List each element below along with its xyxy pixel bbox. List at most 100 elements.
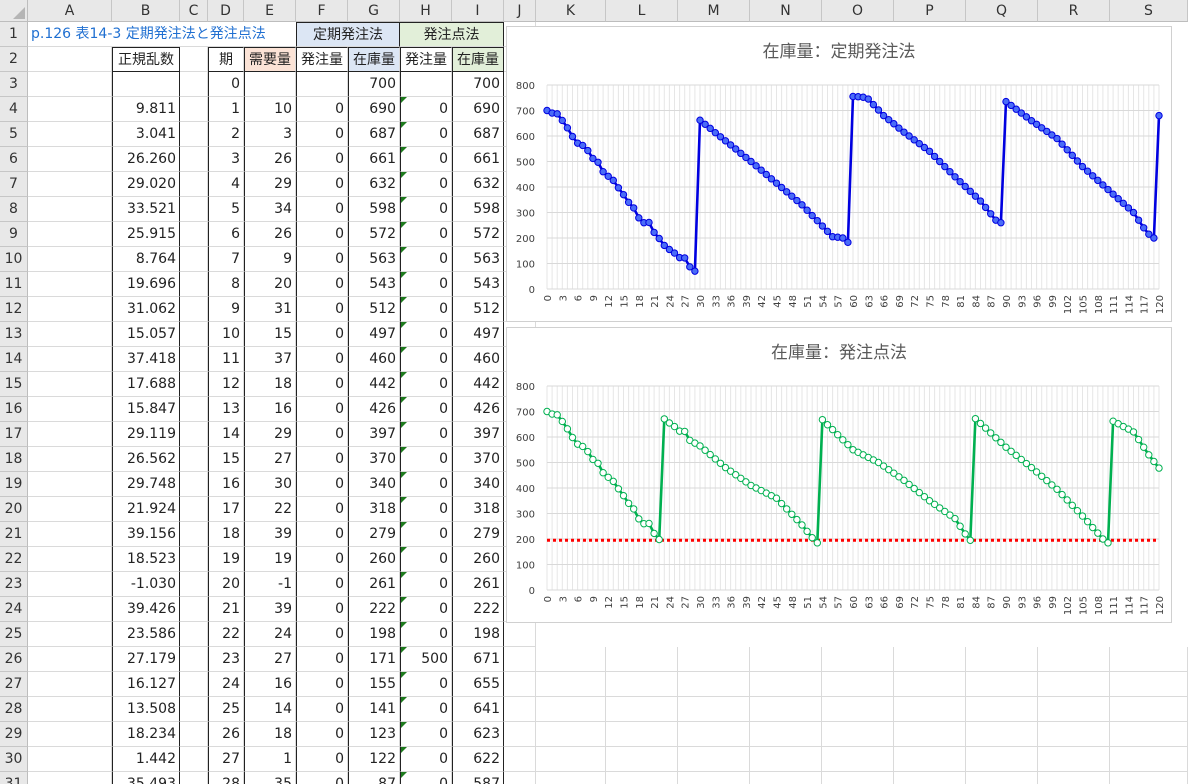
cell-rand[interactable]: 29.748 (112, 472, 180, 497)
cell-order-hatchuten[interactable]: 0 (400, 372, 452, 397)
cell-stock-hatchuten[interactable]: 700 (452, 72, 504, 97)
column-header-F[interactable]: F (296, 0, 348, 22)
empty-cell[interactable] (822, 697, 894, 722)
cell-stock-teiki[interactable]: 690 (348, 97, 400, 122)
cell-stock-teiki[interactable]: 260 (348, 547, 400, 572)
cell-order-hatchuten[interactable]: 0 (400, 172, 452, 197)
row-header[interactable]: 19 (0, 472, 28, 497)
empty-cell[interactable] (678, 722, 750, 747)
cell-period[interactable]: 23 (208, 647, 244, 672)
cell-rand[interactable]: 23.586 (112, 622, 180, 647)
cell-order-hatchuten[interactable]: 0 (400, 247, 452, 272)
cell-a[interactable] (28, 722, 112, 747)
cell-order-hatchuten[interactable]: 0 (400, 722, 452, 747)
cell-rand[interactable]: 37.418 (112, 347, 180, 372)
column-header-M[interactable]: M (678, 0, 750, 22)
empty-cell[interactable] (606, 722, 678, 747)
cell-demand[interactable]: 1 (244, 747, 296, 772)
cell-rand[interactable]: 16.127 (112, 672, 180, 697)
cell-a[interactable] (28, 197, 112, 222)
empty-cell[interactable] (1110, 672, 1188, 697)
cell-stock-hatchuten[interactable]: 318 (452, 497, 504, 522)
cell-a[interactable] (28, 147, 112, 172)
cell-demand[interactable]: 34 (244, 197, 296, 222)
row-header[interactable]: 7 (0, 172, 28, 197)
cell-stock-hatchuten[interactable]: 587 (452, 772, 504, 784)
cell-a[interactable] (28, 547, 112, 572)
cell-order-hatchuten[interactable]: 0 (400, 447, 452, 472)
cell-a[interactable] (28, 347, 112, 372)
cell-stock-teiki[interactable]: 497 (348, 322, 400, 347)
cell-order-teiki[interactable]: 0 (296, 222, 348, 247)
cell-demand[interactable] (244, 72, 296, 97)
cell-order-hatchuten[interactable]: 0 (400, 222, 452, 247)
column-header-C[interactable]: C (180, 0, 208, 22)
cell-period[interactable]: 10 (208, 322, 244, 347)
cell-stock-hatchuten[interactable]: 671 (452, 647, 504, 672)
cell-period[interactable]: 1 (208, 97, 244, 122)
cell-period[interactable]: 12 (208, 372, 244, 397)
cell-demand[interactable]: 20 (244, 272, 296, 297)
cell-order-hatchuten[interactable]: 0 (400, 697, 452, 722)
empty-cell[interactable] (1110, 772, 1188, 784)
cell-rand[interactable]: 8.764 (112, 247, 180, 272)
empty-cell[interactable] (966, 647, 1038, 672)
cell-demand[interactable]: 26 (244, 222, 296, 247)
empty-cell[interactable] (606, 772, 678, 784)
cell-order-teiki[interactable]: 0 (296, 597, 348, 622)
cell-stock-teiki[interactable]: 198 (348, 622, 400, 647)
cell-order-teiki[interactable]: 0 (296, 472, 348, 497)
header-demand[interactable]: 需要量 (244, 47, 296, 72)
row-header[interactable]: 17 (0, 422, 28, 447)
column-header-R[interactable]: R (1038, 0, 1110, 22)
cell-a[interactable] (28, 297, 112, 322)
cell-order-hatchuten[interactable]: 0 (400, 572, 452, 597)
cell-stock-teiki[interactable]: 572 (348, 222, 400, 247)
title-cell[interactable]: p.126 表14-3 定期発注法と発注点法 (28, 22, 296, 47)
empty-cell[interactable] (894, 772, 966, 784)
cell-stock-hatchuten[interactable]: 572 (452, 222, 504, 247)
cell-stock-teiki[interactable]: 700 (348, 72, 400, 97)
row-header[interactable]: 18 (0, 447, 28, 472)
cell-order-teiki[interactable] (296, 72, 348, 97)
row-header[interactable]: 30 (0, 747, 28, 772)
cell-demand[interactable]: 18 (244, 372, 296, 397)
cell-order-hatchuten[interactable]: 0 (400, 422, 452, 447)
cell-order-teiki[interactable]: 0 (296, 172, 348, 197)
cell-stock-hatchuten[interactable]: 655 (452, 672, 504, 697)
cell-demand[interactable]: 29 (244, 422, 296, 447)
row-header[interactable]: 25 (0, 622, 28, 647)
cell-rand[interactable]: 19.696 (112, 272, 180, 297)
empty-cell[interactable] (678, 672, 750, 697)
empty-cell[interactable] (678, 747, 750, 772)
cell-a[interactable] (28, 472, 112, 497)
cell-demand[interactable]: 14 (244, 697, 296, 722)
cell-demand[interactable]: 31 (244, 297, 296, 322)
cell-rand[interactable] (112, 72, 180, 97)
cell-c2[interactable] (180, 47, 208, 72)
empty-cell[interactable] (504, 647, 536, 672)
cell-order-hatchuten[interactable]: 0 (400, 547, 452, 572)
cell-a[interactable] (28, 672, 112, 697)
cell-demand[interactable]: 27 (244, 647, 296, 672)
cell-demand[interactable]: -1 (244, 572, 296, 597)
cell-stock-hatchuten[interactable]: 222 (452, 597, 504, 622)
cell-period[interactable]: 27 (208, 747, 244, 772)
empty-cell[interactable] (1038, 697, 1110, 722)
cell-order-hatchuten[interactable]: 0 (400, 622, 452, 647)
cell-c[interactable] (180, 522, 208, 547)
cell-stock-hatchuten[interactable]: 397 (452, 422, 504, 447)
cell-rand[interactable]: 25.915 (112, 222, 180, 247)
cell-period[interactable]: 0 (208, 72, 244, 97)
cell-period[interactable]: 18 (208, 522, 244, 547)
cell-order-hatchuten[interactable]: 500 (400, 647, 452, 672)
select-all-corner[interactable] (0, 0, 28, 22)
cell-order-teiki[interactable]: 0 (296, 772, 348, 784)
cell-order-teiki[interactable]: 0 (296, 322, 348, 347)
cell-demand[interactable]: 15 (244, 322, 296, 347)
cell-demand[interactable]: 22 (244, 497, 296, 522)
cell-stock-hatchuten[interactable]: 261 (452, 572, 504, 597)
cell-stock-teiki[interactable]: 426 (348, 397, 400, 422)
empty-cell[interactable] (606, 672, 678, 697)
empty-cell[interactable] (504, 772, 536, 784)
